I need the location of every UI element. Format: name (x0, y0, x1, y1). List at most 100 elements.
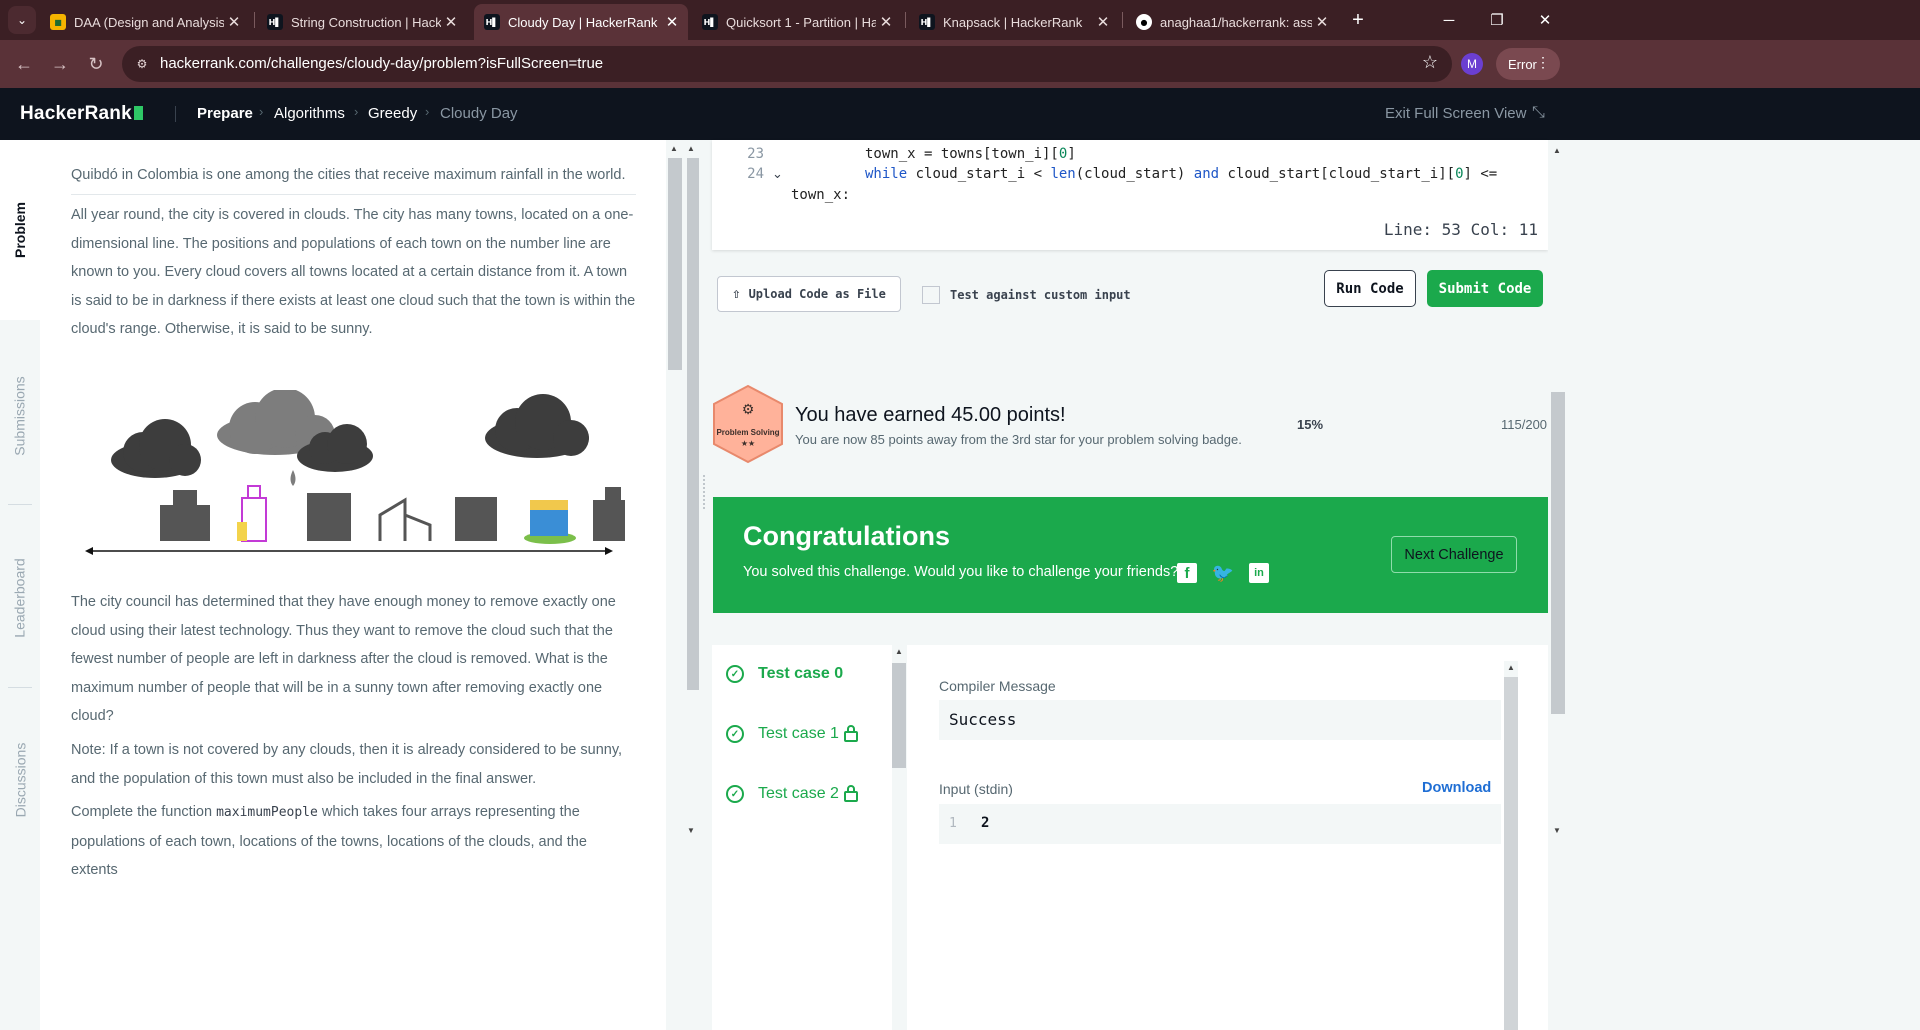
breadcrumb-prepare[interactable]: Prepare (197, 105, 253, 122)
close-tab-icon[interactable]: ✕ (662, 13, 682, 31)
address-bar[interactable]: ⚙ hackerrank.com/challenges/cloudy-day/p… (122, 46, 1452, 82)
building-icon (378, 497, 432, 541)
divider (8, 687, 32, 688)
close-window-icon[interactable]: ✕ (1522, 0, 1568, 40)
tab-discussions[interactable]: Discussions (0, 692, 40, 868)
hackerrank-icon: H▌ (702, 14, 718, 30)
tab-title: anaghaa1/hackerrank: assi (1160, 14, 1312, 30)
upload-code-button[interactable]: ⇧ Upload Code as File (717, 276, 901, 312)
site-info-icon[interactable]: ⚙ (132, 54, 152, 74)
minimize-icon[interactable]: ─ (1426, 0, 1472, 40)
browser-tab[interactable]: H▌ String Construction | Hack ✕ (257, 4, 467, 40)
forward-icon[interactable]: → (48, 52, 72, 76)
next-challenge-button[interactable]: Next Challenge (1391, 536, 1517, 573)
browser-tab[interactable]: ● anaghaa1/hackerrank: assi ✕ (1126, 4, 1338, 40)
scroll-up-icon[interactable]: ▲ (1553, 146, 1561, 155)
building-icon (160, 490, 210, 541)
scrollbar-thumb[interactable] (1551, 392, 1565, 714)
fold-chevron-icon[interactable]: ⌄ (772, 166, 783, 182)
back-icon[interactable]: ← (12, 52, 36, 76)
scrollbar-thumb[interactable] (1504, 677, 1518, 1030)
lock-icon (844, 725, 858, 742)
problem-function-description: Complete the function maximumPeople whic… (71, 804, 587, 879)
browser-tab[interactable]: H▌ Quicksort 1 - Partition | Ha ✕ (692, 4, 902, 40)
tab-search-button[interactable]: ⌄ (8, 6, 36, 34)
page-scrollbar[interactable]: ▲ ▼ (1548, 140, 1568, 1030)
resize-handle[interactable] (703, 475, 707, 509)
points-subtext: You are now 85 points away from the 3rd … (795, 432, 1242, 447)
cloud-icon (485, 394, 589, 458)
browser-tab[interactable]: H▌ Knapsack | HackerRank ✕ (909, 4, 1119, 40)
congrats-title: Congratulations (743, 521, 950, 551)
problem-paragraph: All year round, the city is covered in c… (71, 207, 636, 338)
code-line[interactable]: while cloud_start_i < len(cloud_start) a… (865, 166, 1497, 182)
download-link[interactable]: Download (1422, 780, 1491, 796)
close-tab-icon[interactable]: ✕ (1312, 13, 1332, 31)
rain-drop-icon (290, 470, 296, 486)
scrollbar-thumb[interactable] (668, 158, 682, 370)
scrollbar-thumb[interactable] (687, 158, 699, 690)
submit-code-button[interactable]: Submit Code (1427, 270, 1543, 307)
tab-separator (905, 12, 906, 28)
bookmark-star-icon[interactable]: ☆ (1422, 52, 1438, 73)
tab-problem[interactable]: Problem (0, 140, 40, 320)
hackerrank-logo[interactable]: HackerRank (20, 103, 143, 125)
close-tab-icon[interactable]: ✕ (441, 13, 461, 31)
more-menu-icon[interactable]: ⋮ (1536, 54, 1550, 71)
test-case-scrollbar[interactable]: ▲ (892, 645, 906, 1030)
browser-tab[interactable]: ■ DAA (Design and Analysis ✕ (40, 4, 250, 40)
linkedin-icon[interactable]: in (1249, 563, 1269, 583)
problem-paragraph: The city council has determined that the… (71, 594, 616, 725)
congrats-subtitle: You solved this challenge. Would you lik… (743, 564, 1179, 580)
test-case-item[interactable]: ✓ Test case 2 (726, 782, 886, 806)
code-line[interactable]: town_x = towns[town_i][0] (865, 146, 1076, 162)
points-earned: You have earned 45.00 points! (795, 404, 1066, 426)
test-case-item[interactable]: ✓ Test case 0 (726, 662, 843, 686)
breadcrumb-greedy[interactable]: Greedy (368, 105, 417, 122)
profile-avatar[interactable]: M (1461, 53, 1483, 75)
problem-scrollbar[interactable]: ▲ (666, 140, 686, 840)
scroll-down-icon[interactable]: ▼ (687, 826, 695, 835)
scroll-up-icon[interactable]: ▲ (687, 144, 695, 153)
chevron-right-icon: › (425, 104, 430, 119)
cursor-position: Line: 53 Col: 11 (1383, 220, 1538, 239)
code-editor[interactable]: 23 town_x = towns[town_i][0] 24 ⌄ while … (712, 140, 1548, 250)
check-icon: ✓ (726, 785, 744, 803)
exit-fullscreen-link[interactable]: Exit Full Screen View (1385, 105, 1526, 122)
scroll-up-icon[interactable]: ▲ (670, 144, 678, 153)
close-tab-icon[interactable]: ✕ (1093, 13, 1113, 31)
scroll-up-icon[interactable]: ▲ (895, 647, 903, 656)
tab-submissions[interactable]: Submissions (0, 328, 40, 504)
congratulations-banner: Congratulations You solved this challeng… (713, 497, 1548, 613)
custom-input-checkbox[interactable] (922, 286, 940, 304)
browser-tab-active[interactable]: H▌ Cloudy Day | HackerRank ✕ (474, 4, 688, 40)
reload-icon[interactable]: ↻ (84, 52, 108, 76)
custom-input-label[interactable]: Test against custom input (950, 288, 1131, 302)
panel-scrollbar[interactable]: ▲ ▼ (686, 140, 699, 840)
facebook-icon[interactable]: f (1177, 563, 1197, 583)
run-code-button[interactable]: Run Code (1324, 270, 1416, 307)
code-line-wrap[interactable]: town_x: (791, 187, 850, 203)
error-button[interactable]: Error ⋮ (1496, 48, 1560, 80)
test-case-item[interactable]: ✓ Test case 1 (726, 722, 886, 746)
badge-progress-percent: 15% (1297, 417, 1324, 432)
url-text[interactable]: hackerrank.com/challenges/cloudy-day/pro… (160, 55, 603, 72)
close-tab-icon[interactable]: ✕ (224, 13, 244, 31)
collapse-icon[interactable]: ⤡ (1532, 104, 1545, 122)
input-line-value: 2 (981, 815, 990, 831)
breadcrumb-algorithms[interactable]: Algorithms (274, 105, 345, 122)
output-scrollbar[interactable]: ▲ (1504, 661, 1518, 1030)
close-tab-icon[interactable]: ✕ (876, 13, 896, 31)
scrollbar-thumb[interactable] (892, 663, 906, 768)
problem-intro: Quibdó in Colombia is one among the citi… (71, 167, 626, 183)
page-background (1568, 140, 1920, 1030)
restore-icon[interactable]: ❐ (1474, 0, 1520, 40)
input-line-number: 1 (949, 816, 957, 831)
twitter-icon[interactable]: 🐦 (1212, 563, 1234, 583)
scroll-up-icon[interactable]: ▲ (1507, 663, 1515, 672)
scroll-down-icon[interactable]: ▼ (1553, 826, 1561, 835)
new-tab-button[interactable]: + (1344, 6, 1372, 34)
tab-leaderboard[interactable]: Leaderboard (0, 510, 40, 686)
divider (8, 504, 32, 505)
divider (71, 194, 636, 195)
